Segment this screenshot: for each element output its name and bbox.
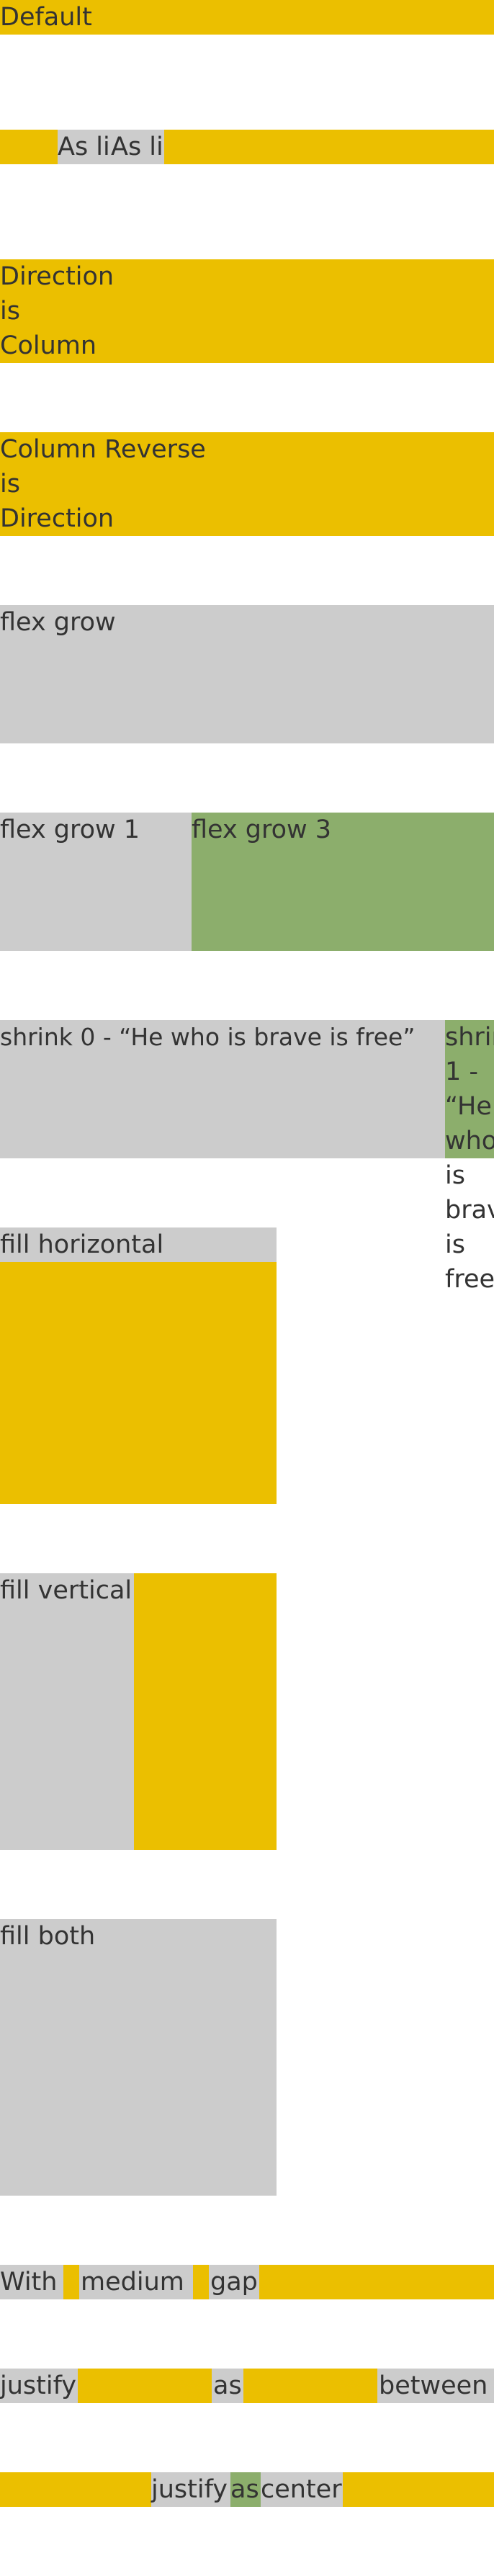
justify-item: center	[261, 2472, 343, 2507]
flex-grow-1-label: flex grow 1	[0, 815, 140, 844]
gap-item: With	[0, 2265, 63, 2299]
justify-between-row: justify as between	[0, 2369, 494, 2403]
justify-item-label: justify	[151, 2475, 228, 2504]
gap-row: With medium gap	[0, 2265, 494, 2299]
gap-item-label: With	[0, 2268, 58, 2297]
justify-item: as	[212, 2369, 243, 2403]
list-item: As li	[111, 133, 163, 161]
flex-grow-3-label: flex grow 3	[192, 815, 332, 844]
column-item: Direction	[0, 262, 114, 291]
justify-item: as	[230, 2472, 261, 2507]
shrink-1-line: shrink	[445, 1023, 494, 1052]
default-row: Default	[0, 0, 494, 35]
fill-horizontal-label: fill horizontal	[0, 1230, 164, 1259]
fill-both-row: fill both	[0, 1919, 494, 2196]
fill-horizontal-container	[0, 1262, 277, 1504]
justify-item-label: center	[261, 2475, 342, 2504]
column-item: Column	[0, 331, 97, 360]
justify-item-label: between	[379, 2371, 488, 2400]
flex-grow-3-box: flex grow 3	[192, 813, 494, 951]
justify-item: justify	[151, 2472, 230, 2507]
fill-both-label: fill both	[0, 1922, 96, 1951]
column-item: Direction	[0, 504, 114, 533]
fill-vertical-label: fill vertical	[0, 1576, 133, 1605]
column-item: is	[0, 470, 20, 498]
default-label: Default	[0, 3, 92, 32]
fill-vertical-row: fill vertical	[0, 1573, 494, 1850]
direction-column-row: Direction is Column	[0, 259, 494, 363]
justify-item-label: as	[213, 2371, 242, 2400]
shrink-1-line: 1 -	[445, 1057, 479, 1086]
flex-grow-row: flex grow	[0, 605, 494, 743]
as-li-group: As li As li	[58, 130, 164, 164]
justify-center-row: justify as center	[0, 2472, 494, 2507]
justify-item-label: justify	[0, 2371, 77, 2400]
column-item: Column Reverse	[0, 435, 206, 464]
fill-vertical-container	[134, 1573, 277, 1850]
gap-item-label: gap	[210, 2268, 258, 2297]
justify-item: justify	[0, 2369, 78, 2403]
shrink-1-line: “He	[445, 1092, 492, 1121]
column-reverse-row: Column Reverse is Direction	[0, 432, 494, 536]
justify-item-label: as	[230, 2475, 259, 2504]
shrink-1-line: who	[445, 1127, 494, 1155]
flex-grow-pair-row: flex grow 1 flex grow 3	[0, 813, 494, 951]
as-li-row: As li As li	[0, 130, 494, 164]
fill-both-box: fill both	[0, 1919, 277, 2196]
shrink-1-line: is	[445, 1161, 465, 1190]
shrink-0-box: shrink 0 - “He who is brave is free”	[0, 1020, 445, 1158]
list-item: As li	[58, 133, 110, 161]
fill-horizontal-row: fill horizontal	[0, 1227, 494, 1504]
shrink-0-label: shrink 0 - “He who is brave is free”	[0, 1023, 416, 1051]
justify-item: between	[377, 2369, 494, 2403]
gap-item: medium	[79, 2265, 193, 2299]
shrink-row: shrink 0 - “He who is brave is free” shr…	[0, 1020, 494, 1294]
column-item: is	[0, 297, 20, 326]
flex-grow-1-box: flex grow 1	[0, 813, 192, 951]
fill-horizontal-box: fill horizontal	[0, 1227, 277, 1262]
gap-item: gap	[209, 2265, 259, 2299]
shrink-1-line: brave	[445, 1196, 494, 1225]
gap-item-label: medium	[81, 2268, 184, 2297]
fill-vertical-box: fill vertical	[0, 1573, 134, 1850]
flex-grow-label: flex grow	[0, 608, 116, 637]
